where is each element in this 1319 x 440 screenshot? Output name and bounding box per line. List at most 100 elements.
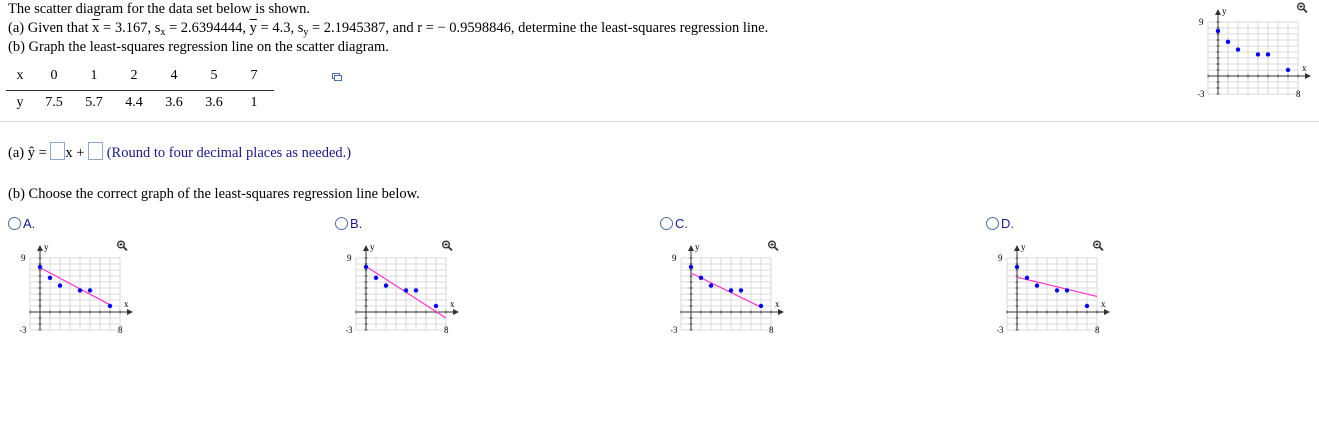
graph-choice-d[interactable]: y x 9 -3 8: [997, 238, 1117, 342]
choice-c-radio[interactable]: [660, 217, 673, 230]
regression-line: [39, 267, 111, 306]
data-point: [1255, 52, 1261, 57]
data-point: [728, 288, 734, 293]
choice-a-radio[interactable]: [8, 217, 21, 230]
table-cell: 7: [234, 68, 274, 91]
table-cell: 5: [194, 68, 234, 91]
x-axis-label: x: [124, 299, 129, 309]
y-tick-label: -3: [20, 325, 27, 335]
data-point: [373, 275, 379, 280]
x-tick-label: 8: [1296, 89, 1301, 99]
scatter-diagram-main[interactable]: y x 9 -3 8: [1198, 2, 1318, 106]
x-axis-label: x: [1302, 63, 1307, 73]
y-axis-arrow: [1215, 9, 1221, 15]
magnifier-icon[interactable]: [1092, 240, 1104, 251]
x-tick-label: 8: [1095, 325, 1100, 335]
data-table: x 0 1 2 4 5 7 y 7.5 5.7 4.4 3.6 3.6 1: [6, 68, 274, 111]
data-point: [1285, 67, 1291, 73]
y-hat-symbol: ŷ: [27, 145, 35, 161]
choice-d-label: D.: [1001, 216, 1014, 231]
data-point: [433, 303, 439, 309]
y-axis-arrow: [37, 245, 43, 251]
graph-choice-c[interactable]: y x 9 -3 8: [671, 238, 791, 342]
data-point: [403, 288, 409, 293]
problem-statement: The scatter diagram for the data set bel…: [8, 0, 1188, 57]
choice-b-radio[interactable]: [335, 217, 348, 230]
data-point: [688, 264, 694, 270]
choice-c[interactable]: C.: [660, 216, 688, 231]
data-point: [1034, 283, 1040, 288]
data-point: [1265, 52, 1271, 57]
table-cell: 7.5: [45, 95, 63, 110]
intercept-input[interactable]: [88, 142, 104, 160]
table-cell: 5.7: [85, 95, 103, 110]
data-point: [47, 275, 53, 280]
magnifier-icon[interactable]: [116, 240, 128, 251]
x-tick-label: 8: [769, 325, 774, 335]
x-axis-arrow: [1104, 309, 1110, 315]
y-axis-label: y: [695, 242, 700, 252]
data-point: [1024, 275, 1030, 280]
part-a-prefix: (a): [8, 145, 28, 161]
graph-choice-b[interactable]: y x 9 -3 8: [346, 238, 466, 342]
magnifier-icon[interactable]: [1296, 2, 1308, 13]
x-axis-arrow: [127, 309, 133, 315]
table-x-header: x: [6, 68, 34, 91]
slope-input[interactable]: [50, 142, 66, 160]
data-point: [87, 288, 93, 293]
x-axis-label: x: [1101, 299, 1106, 309]
problem-intro: The scatter diagram for the data set bel…: [8, 1, 310, 17]
magnifier-icon[interactable]: [767, 240, 779, 251]
data-point: [1064, 288, 1070, 293]
y-bar-symbol: y: [249, 20, 257, 36]
data-point: [1054, 288, 1060, 293]
y-axis-label: y: [1021, 242, 1026, 252]
y-tick-label: -3: [346, 325, 353, 335]
y-axis-arrow: [363, 245, 369, 251]
data-point: [758, 303, 764, 309]
y-tick-label: 9: [21, 253, 26, 263]
y-tick-label: -3: [671, 325, 678, 335]
table-y-header: y: [16, 95, 24, 110]
y-axis-label: y: [44, 242, 49, 252]
x-axis-arrow: [1305, 73, 1311, 79]
choice-d[interactable]: D.: [986, 216, 1014, 231]
equals-sign: =: [34, 145, 51, 161]
given-line: (a) Given that x = 3.167, sx = 2.6394444…: [8, 19, 1188, 38]
x-axis-label: x: [775, 299, 780, 309]
table-row: x 0 1 2 4 5 7: [6, 68, 274, 91]
choice-b-label: B.: [350, 216, 363, 231]
data-point: [107, 303, 113, 309]
data-point: [363, 264, 369, 270]
data-point: [413, 288, 419, 293]
table-cell: 4.4: [125, 95, 143, 110]
part-b-instruction: (b) Graph the least-squares regression l…: [8, 39, 389, 55]
table-cell: 4: [154, 68, 194, 91]
section-divider: [0, 121, 1319, 122]
y-tick-label: 9: [347, 253, 352, 263]
copy-table-icon[interactable]: [332, 73, 342, 81]
choice-a[interactable]: A.: [8, 216, 35, 231]
given-prefix: (a) Given that: [8, 20, 89, 36]
choice-a-label: A.: [23, 216, 36, 231]
data-point: [383, 283, 389, 288]
x-tick-label: 8: [118, 325, 123, 335]
magnifier-icon[interactable]: [441, 240, 453, 251]
table-row: y 7.5 5.7 4.4 3.6 3.6 1: [6, 91, 274, 112]
table-cell: 1: [250, 95, 258, 110]
y-axis-label: y: [1222, 6, 1227, 16]
y-axis-label: y: [370, 242, 375, 252]
x-bar-value: = 3.167, s: [99, 20, 161, 36]
sx-value: = 2.6394444,: [165, 20, 247, 36]
data-point: [1225, 39, 1231, 44]
y-tick-label: 9: [998, 253, 1003, 263]
choice-d-radio[interactable]: [986, 217, 999, 230]
choice-b[interactable]: B.: [335, 216, 362, 231]
rounding-note: (Round to four decimal places as needed.…: [106, 145, 352, 161]
table-cell: 2: [114, 68, 154, 91]
graph-choice-a[interactable]: y x 9 -3 8: [20, 238, 140, 342]
data-point: [1235, 47, 1241, 52]
y-tick-label: -3: [997, 325, 1004, 335]
data-point: [77, 288, 83, 293]
y-tick-label: 9: [1199, 17, 1204, 27]
